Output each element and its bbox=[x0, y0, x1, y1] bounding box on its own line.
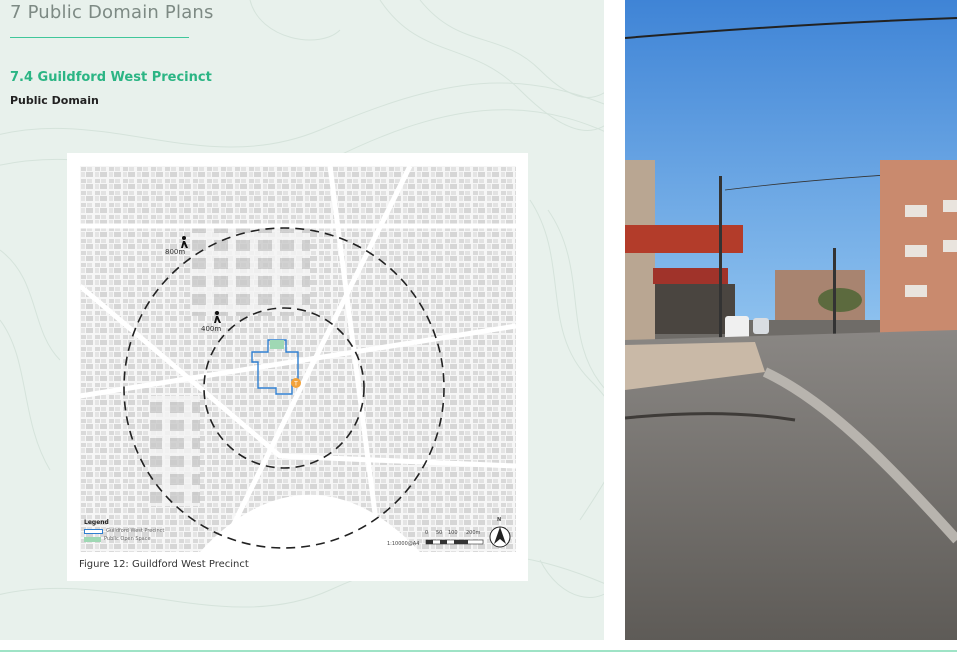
scale-tick-0: 0 bbox=[425, 530, 429, 536]
precinct-map: T 800m 400m Legend Guildford West Precin… bbox=[80, 166, 516, 552]
scale-tick-200m: 200m bbox=[466, 530, 481, 536]
legend-label-precinct: Guildford West Precinct bbox=[106, 528, 165, 534]
scale-tick-100: 100 bbox=[448, 530, 458, 536]
north-arrow-icon bbox=[489, 526, 511, 548]
section-title: 7.4 Guildford West Precinct bbox=[10, 70, 212, 85]
street-photo-illustration bbox=[625, 0, 957, 640]
left-building bbox=[625, 160, 655, 360]
chapter-title: 7 Public Domain Plans bbox=[10, 2, 214, 23]
legend-label-open-space: Public Open Space bbox=[104, 536, 151, 542]
walk-label-400m: 400m bbox=[201, 325, 222, 333]
legend-title: Legend bbox=[84, 519, 109, 526]
page-footer-rule bbox=[0, 650, 957, 652]
street-tree bbox=[818, 288, 862, 312]
utility-pole bbox=[833, 248, 836, 338]
industrial-blocks bbox=[190, 226, 310, 316]
figure-caption: Figure 12: Guildford West Precinct bbox=[79, 559, 249, 570]
document-page-panel: 7 Public Domain Plans 7.4 Guildford West… bbox=[0, 0, 604, 640]
train-station-icon: T bbox=[293, 381, 298, 388]
street-light-pole bbox=[719, 176, 722, 346]
walk-label-800m: 800m bbox=[165, 248, 186, 256]
shopfront bbox=[655, 284, 735, 334]
legend-item-precinct: Guildford West Precinct bbox=[84, 528, 164, 534]
public-open-space bbox=[270, 340, 284, 349]
map-drawing: T bbox=[80, 166, 516, 552]
legend-swatch-precinct bbox=[84, 528, 103, 534]
street-photo bbox=[625, 0, 957, 640]
legend-swatch-open-space bbox=[84, 536, 101, 542]
shop-awning-sign bbox=[625, 225, 743, 253]
scale-ratio: 1:10000@A4 bbox=[387, 541, 420, 547]
subsection-title: Public Domain bbox=[10, 94, 99, 107]
chapter-title-underline bbox=[10, 37, 189, 38]
parked-car-2 bbox=[753, 318, 769, 334]
scale-tick-50: 50 bbox=[436, 530, 443, 536]
industrial-blocks-south bbox=[150, 396, 200, 506]
north-label: N bbox=[497, 517, 502, 523]
scale-bar bbox=[425, 539, 484, 545]
figure-card: T 800m 400m Legend Guildford West Precin… bbox=[67, 153, 528, 581]
shop-sign-secondary bbox=[653, 268, 728, 284]
legend-item-open-space: Public Open Space bbox=[84, 536, 151, 542]
